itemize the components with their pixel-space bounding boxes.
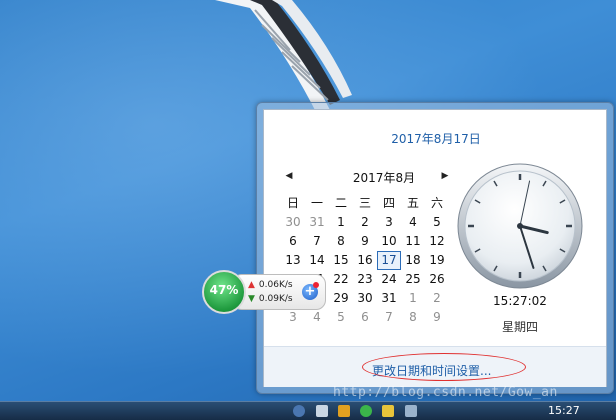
weekday-header: 四 <box>382 196 395 210</box>
calendar-day[interactable]: 2 <box>425 289 449 308</box>
calendar-day[interactable]: 9 <box>425 308 449 327</box>
clock-center <box>517 223 523 229</box>
calendar-day[interactable]: 30 <box>281 213 305 232</box>
analog-clock <box>457 163 583 289</box>
calendar-day[interactable]: 14 <box>305 251 329 270</box>
upload-speed-row: ▲ 0.06K/s <box>248 280 293 290</box>
weekday-header: 六 <box>430 196 443 210</box>
digital-time: 15:27:02 <box>493 294 547 308</box>
help-tray-icon[interactable] <box>293 405 305 417</box>
calendar-day[interactable]: 15 <box>329 251 353 270</box>
weekday-header: 一 <box>310 196 323 210</box>
weekday-header: 五 <box>406 196 419 210</box>
calendar-day[interactable]: 18 <box>401 251 425 270</box>
calendar-day[interactable]: 22 <box>329 270 353 289</box>
weekday-header: 二 <box>334 196 347 210</box>
calendar-day[interactable]: 12 <box>425 232 449 251</box>
month-title[interactable]: 2017年8月 <box>324 169 444 186</box>
prev-month-arrow-icon[interactable]: ◀ <box>284 170 294 182</box>
calendar-day[interactable]: 29 <box>329 289 353 308</box>
calendar-day[interactable]: 8 <box>329 232 353 251</box>
flag-tray-icon[interactable] <box>338 405 350 417</box>
calendar-day[interactable]: 23 <box>353 270 377 289</box>
calendar-day[interactable]: 11 <box>401 232 425 251</box>
download-speed: 0.09K/s <box>258 294 293 304</box>
calendar-day[interactable]: 6 <box>353 308 377 327</box>
calendar-day[interactable]: 7 <box>377 308 401 327</box>
calendar-day[interactable]: 9 <box>353 232 377 251</box>
change-date-time-settings-link[interactable]: 更改日期和时间设置... <box>372 362 491 379</box>
usage-percent: 47% <box>209 283 239 297</box>
security-tray-icon[interactable] <box>360 405 372 417</box>
calendar-day[interactable]: 5 <box>329 308 353 327</box>
network-speed-widget[interactable]: 47% ▲ 0.06K/s ▼ 0.09K/s + <box>202 270 326 314</box>
calendar-day[interactable]: 2 <box>353 213 377 232</box>
download-arrow-icon: ▼ <box>248 294 255 304</box>
calendar-day[interactable]: 10 <box>377 232 401 251</box>
calendar-day[interactable]: 8 <box>401 308 425 327</box>
calendar-day[interactable]: 1 <box>401 289 425 308</box>
calendar-day[interactable]: 3 <box>377 213 401 232</box>
calendar-day[interactable]: 6 <box>281 232 305 251</box>
calendar-day[interactable]: 5 <box>425 213 449 232</box>
date-time-flyout: 2017年8月17日 ◀ 2017年8月 ▶ 日一二三四五六 30 31 1 2 3 4 5 6… <box>256 102 614 394</box>
calendar-day[interactable]: 31 <box>377 289 401 308</box>
download-speed-row: ▼ 0.09K/s <box>248 294 293 304</box>
calendar-day-today[interactable]: 17 <box>377 251 401 270</box>
flyout-content: 2017年8月17日 ◀ 2017年8月 ▶ 日一二三四五六 30 31 1 2 3 4 5 6… <box>263 109 607 387</box>
current-date-link[interactable]: 2017年8月17日 <box>264 130 608 147</box>
notification-dot <box>313 282 319 288</box>
calendar-day[interactable]: 26 <box>425 270 449 289</box>
calendar-day[interactable]: 13 <box>281 251 305 270</box>
calendar-day[interactable]: 16 <box>353 251 377 270</box>
network-tray-icon[interactable] <box>382 405 394 417</box>
calendar-day[interactable]: 30 <box>353 289 377 308</box>
taskbar-clock[interactable]: 15:27 <box>548 404 580 417</box>
upload-speed: 0.06K/s <box>258 280 293 290</box>
calendar-day[interactable]: 24 <box>377 270 401 289</box>
calendar-day[interactable]: 19 <box>425 251 449 270</box>
window-tray-icon[interactable] <box>316 405 328 417</box>
watermark-text: http://blog.csdn.net/Gow_an <box>333 385 558 400</box>
weekday-header: 三 <box>358 196 371 210</box>
next-month-arrow-icon[interactable]: ▶ <box>440 170 450 182</box>
taskbar <box>0 401 616 420</box>
calendar-day[interactable]: 25 <box>401 270 425 289</box>
volume-tray-icon[interactable] <box>405 405 417 417</box>
weekday-label: 星期四 <box>501 320 538 334</box>
calendar-day[interactable]: 1 <box>329 213 353 232</box>
weekday-header: 日 <box>286 196 299 210</box>
upload-arrow-icon: ▲ <box>248 280 255 290</box>
calendar-day[interactable]: 4 <box>401 213 425 232</box>
calendar-day[interactable]: 31 <box>305 213 329 232</box>
calendar-day[interactable]: 7 <box>305 232 329 251</box>
